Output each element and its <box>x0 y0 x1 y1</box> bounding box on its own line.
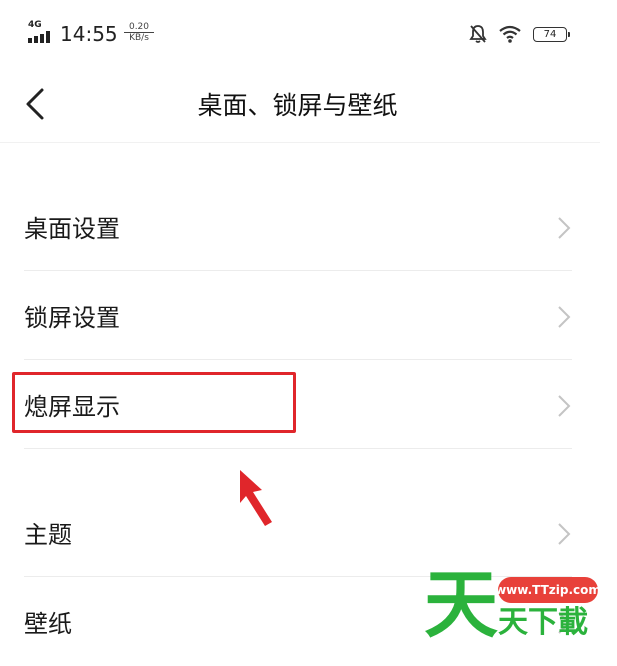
battery-icon: 74 <box>533 26 570 42</box>
chevron-right-icon <box>558 523 571 545</box>
menu-item-label: 主题 <box>24 521 72 549</box>
speed-value: 0.20 <box>124 22 154 33</box>
menu-item-desktop-settings[interactable]: 桌面设置 <box>0 183 617 271</box>
menu-item-label: 桌面设置 <box>24 215 120 243</box>
wifi-icon <box>499 25 521 43</box>
status-icons: 74 <box>469 24 570 44</box>
menu-item-label: 壁纸 <box>24 610 72 638</box>
divider <box>24 359 572 360</box>
highlight-box <box>12 372 296 433</box>
mute-bell-icon <box>469 25 487 43</box>
divider <box>24 448 572 449</box>
menu-item-lockscreen-settings[interactable]: 锁屏设置 <box>0 272 617 360</box>
divider <box>24 270 572 271</box>
clock: 14:55 <box>60 22 118 46</box>
page-title: 桌面、锁屏与壁纸 <box>197 91 398 120</box>
menu-item-theme[interactable]: 主题 <box>0 489 617 577</box>
header-divider <box>0 142 600 143</box>
network-speed: 0.20 KB/s <box>124 22 154 43</box>
menu-item-label: 锁屏设置 <box>24 304 120 332</box>
cellular-signal-icon: 4G <box>28 20 56 43</box>
nav-header: 桌面、锁屏与壁纸 <box>0 70 617 140</box>
watermark-url: www.TTzip.com <box>495 577 601 603</box>
speed-unit: KB/s <box>129 33 149 43</box>
status-bar: 4G 14:55 0.20 KB/s 74 <box>0 0 617 70</box>
battery-level: 74 <box>543 28 557 40</box>
chevron-right-icon <box>558 306 571 328</box>
watermark-logo: 天 <box>424 562 498 648</box>
watermark-text: 天下載 <box>498 605 588 640</box>
chevron-right-icon <box>558 217 571 239</box>
network-type: 4G <box>28 20 42 30</box>
chevron-right-icon <box>558 395 571 417</box>
pointer-arrow-icon <box>240 470 272 526</box>
